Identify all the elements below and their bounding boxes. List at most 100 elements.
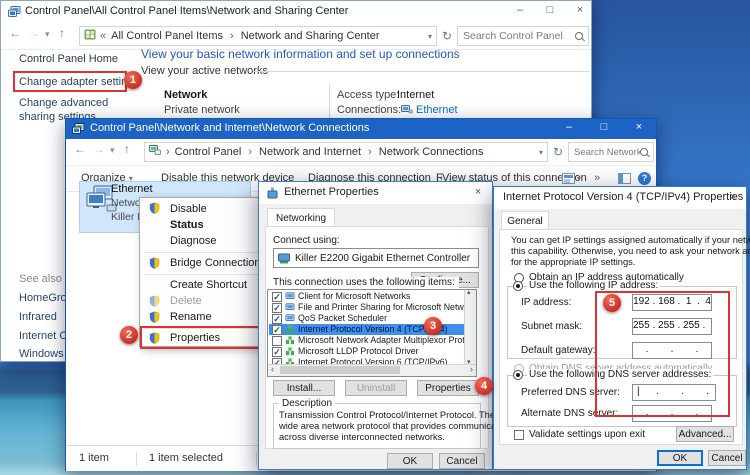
radio-use-ip[interactable] (513, 281, 523, 291)
ipv4-close-button[interactable]: × (720, 191, 746, 203)
win2-address-bar: ← → ▾ ↑ › Control Panel › Network and In… (66, 139, 656, 165)
network-name: Network (164, 89, 207, 101)
scroll-left-icon[interactable]: ‹ (271, 364, 274, 374)
ipv4-ok-button[interactable]: OK (657, 450, 703, 466)
win1-titlebar[interactable]: Control Panel\All Control Panel Items\Ne… (1, 1, 591, 23)
validate-checkbox[interactable] (514, 430, 524, 440)
crumb-all-items[interactable]: All Control Panel Items (111, 30, 223, 42)
win2-minimize-button[interactable]: – (554, 121, 584, 133)
toolbar-overflow-icon[interactable]: » (594, 172, 600, 184)
ipv4-cancel-button[interactable]: Cancel (708, 450, 746, 466)
win1-minimize-button[interactable]: – (507, 4, 533, 16)
vertical-scrollbar[interactable]: ▴ ▾ (464, 290, 476, 365)
forward-icon[interactable]: → (93, 142, 105, 156)
crumb-dropdown-icon[interactable]: ▾ (539, 148, 543, 157)
search-icon[interactable] (575, 32, 583, 40)
back-icon[interactable]: ← (74, 142, 86, 156)
win1-maximize-button[interactable]: □ (537, 4, 563, 16)
win1-search-placeholder: Search Control Panel (463, 30, 575, 42)
radio-use-dns[interactable] (513, 370, 523, 380)
checkbox-checked[interactable]: ✓ (272, 314, 282, 324)
win1-search-box[interactable]: Search Control Panel (457, 26, 589, 46)
checkbox-checked[interactable]: ✓ (272, 325, 282, 335)
connection-items-list[interactable]: ✓ Client for Microsoft Networks ✓ File a… (267, 289, 477, 377)
description-groupbox: Description Transmission Control Protoco… (273, 403, 481, 449)
forward-icon[interactable]: → (28, 26, 40, 40)
win2-close-button[interactable]: × (624, 121, 654, 133)
ethernet-mini-icon (401, 105, 413, 118)
scroll-right-icon[interactable]: › (470, 364, 473, 374)
crumb-sep-icon: › (368, 146, 372, 158)
ip-address-label: IP address: (521, 297, 571, 308)
crumb-dropdown-icon[interactable]: ▾ (428, 32, 432, 41)
validate-label[interactable]: Validate settings upon exit (529, 429, 645, 440)
crumb-collapse[interactable]: « (100, 30, 106, 42)
refresh-icon[interactable]: ↻ (442, 29, 452, 43)
win1-close-button[interactable]: × (567, 4, 593, 16)
status-selected-count: 1 item selected (149, 452, 223, 464)
tab-general[interactable]: General (501, 211, 549, 231)
ipv4-titlebar[interactable]: Internet Protocol Version 4 (TCP/IPv4) P… (494, 187, 746, 209)
checkbox-checked[interactable]: ✓ (272, 347, 282, 357)
sidebar-item-home[interactable]: Control Panel Home (19, 53, 118, 65)
desktop: { "glyphs":{"min":"–","max":"□","close":… (0, 0, 750, 475)
help-icon[interactable]: ? (638, 172, 651, 185)
scroll-up-icon[interactable]: ▴ (467, 288, 471, 296)
annotation-box-2 (140, 326, 262, 349)
crumb-network-internet[interactable]: Network and Internet (259, 146, 361, 158)
qos-icon (285, 314, 295, 324)
win1-title: Control Panel\All Control Panel Items\Ne… (25, 5, 348, 17)
control-panel-icon (84, 29, 96, 43)
eth-close-button[interactable]: × (465, 186, 491, 198)
list-item[interactable]: ✓ Microsoft LLDP Protocol Driver (269, 346, 464, 357)
uac-shield-icon (149, 257, 160, 274)
advanced-button[interactable]: Advanced... (676, 426, 734, 442)
annotation-badge-2: 2 (120, 326, 138, 344)
back-icon[interactable]: ← (9, 26, 21, 40)
install-button[interactable]: Install... (273, 380, 335, 396)
annotation-badge-1: 1 (124, 71, 142, 89)
list-item[interactable]: ✓ Client for Microsoft Networks (269, 291, 464, 302)
win1-breadcrumb[interactable]: « All Control Panel Items › Network and … (79, 26, 437, 46)
printer-share-icon (285, 303, 295, 313)
view-caret-icon[interactable]: ▾ (577, 174, 581, 183)
history-caret-icon[interactable]: ▾ (110, 145, 115, 156)
status-item-count: 1 item (79, 452, 109, 464)
horizontal-scrollbar[interactable]: ‹ › (268, 364, 476, 376)
win2-maximize-button[interactable]: □ (589, 121, 619, 133)
eth-titlebar[interactable]: Ethernet Properties × (259, 182, 492, 204)
properties-button[interactable]: Properties (417, 380, 479, 396)
crumb-control-panel[interactable]: Control Panel (175, 146, 242, 158)
protocol-icon (285, 325, 295, 335)
checkbox-unchecked[interactable] (272, 336, 282, 346)
eth-dialog-title: Ethernet Properties (284, 186, 379, 198)
dialog-ethernet-properties: Ethernet Properties × Networking Connect… (258, 181, 493, 470)
search-icon[interactable] (640, 148, 648, 156)
tab-networking[interactable]: Networking (267, 208, 335, 228)
ipv4-intro: You can get IP settings assigned automat… (511, 235, 750, 245)
adapter-icon (278, 253, 290, 267)
checkbox-checked[interactable]: ✓ (272, 303, 282, 313)
details-view-icon[interactable] (618, 173, 631, 187)
refresh-icon[interactable]: ↻ (553, 145, 563, 159)
win2-titlebar[interactable]: Control Panel\Network and Internet\Netwo… (66, 119, 656, 139)
history-caret-icon[interactable]: ▾ (45, 29, 50, 40)
crumb-network-connections[interactable]: Network Connections (379, 146, 484, 158)
access-type-value: Internet (397, 89, 434, 101)
win2-breadcrumb[interactable]: › Control Panel › Network and Internet ›… (144, 142, 548, 162)
list-item[interactable]: ✓ File and Printer Sharing for Microsoft… (269, 302, 464, 313)
uninstall-button[interactable]: Uninstall (345, 380, 407, 396)
win2-search-box[interactable]: Search Network Conn... (568, 142, 654, 162)
crumb-nsc[interactable]: Network and Sharing Center (241, 30, 380, 42)
connections-value-link[interactable]: Ethernet (416, 104, 458, 116)
up-icon[interactable]: ↑ (124, 142, 130, 156)
win2-title: Control Panel\Network and Internet\Netwo… (90, 122, 369, 134)
eth-cancel-button[interactable]: Cancel (439, 453, 485, 469)
list-item[interactable]: Microsoft Network Adapter Multiplexor Pr… (269, 335, 464, 346)
view-slides-icon[interactable] (562, 173, 575, 187)
checkbox-checked[interactable]: ✓ (272, 292, 282, 302)
radio-use-ip-label[interactable]: Use the following IP address: (527, 280, 660, 291)
up-icon[interactable]: ↑ (59, 26, 65, 40)
sidebar-item-infrared[interactable]: Infrared (19, 311, 57, 323)
eth-ok-button[interactable]: OK (387, 453, 433, 469)
